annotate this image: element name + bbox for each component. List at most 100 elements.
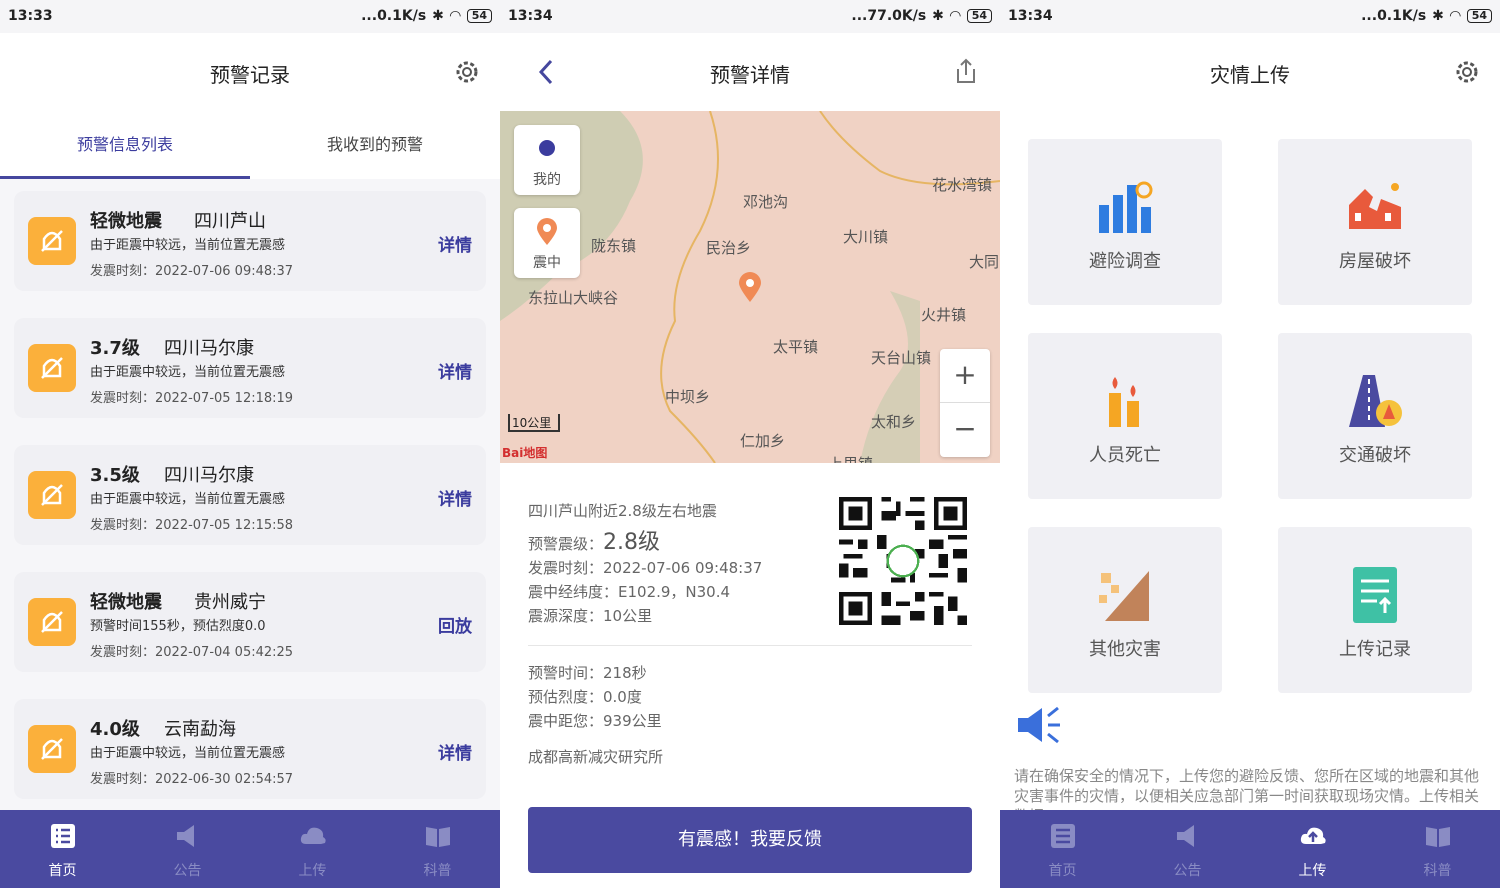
nav-label: 科普 <box>1423 863 1452 879</box>
card-magnitude: 3.5级 <box>90 465 140 486</box>
gear-icon[interactable] <box>454 59 480 85</box>
warning-card[interactable]: 轻微地震 四川芦山 由于距震中较远，当前位置无震感 发震时刻：2022-07-0… <box>14 191 486 291</box>
epicenter-distance: 震中距您：939公里 <box>528 712 662 730</box>
warning-time: 预警时间：218秒 <box>528 664 647 682</box>
tile-casualties[interactable]: 人员死亡 <box>1028 333 1222 499</box>
details-link[interactable]: 详情 <box>438 739 472 764</box>
epicenter-marker-icon[interactable] <box>737 271 763 303</box>
details-link[interactable]: 详情 <box>438 358 472 383</box>
map-label: 中坝乡 <box>665 388 711 406</box>
nav-upload[interactable]: 上传 <box>1250 810 1375 888</box>
cloud-upload-icon <box>1300 827 1326 844</box>
card-magnitude: 4.0级 <box>90 719 140 740</box>
map-label: 邓池沟 <box>743 193 789 211</box>
epicenter-label: 震中 <box>533 255 561 271</box>
book-icon <box>426 827 450 847</box>
my-location-label: 我的 <box>533 172 561 188</box>
tab-received-warnings[interactable]: 我收到的预警 <box>250 111 500 179</box>
bell-off-icon <box>28 598 76 646</box>
details-link[interactable]: 详情 <box>438 231 472 256</box>
nav-announcements[interactable]: 公告 <box>125 810 250 888</box>
quake-coords: 震中经纬度：E102.9，N30.4 <box>528 583 731 601</box>
level-label: 预警震级： <box>528 535 604 553</box>
nav-home[interactable]: 首页 <box>1000 810 1125 888</box>
tile-traffic-damage[interactable]: 交通破坏 <box>1278 333 1472 499</box>
warning-records-screen: 13:33 ...0.1K/s ✱ ◠ 54 预警记录 预警信息列表 我收到的预… <box>0 0 500 888</box>
quake-depth: 震源深度：10公里 <box>528 607 653 625</box>
zoom-control: + − <box>940 349 990 457</box>
status-time: 13:33 <box>8 8 53 24</box>
baidu-logo: Bai地图 <box>502 446 548 460</box>
map-label: 太和乡 <box>871 413 917 431</box>
warning-card[interactable]: 3.5级 四川马尔康 由于距震中较远，当前位置无震感 发震时刻：2022-07-… <box>14 445 486 545</box>
warning-card[interactable]: 4.0级 云南勐海 由于距震中较远，当前位置无震感 发震时刻：2022-06-3… <box>14 699 486 799</box>
map-label: 大同 <box>969 253 1000 271</box>
share-icon[interactable] <box>954 57 978 85</box>
candles-icon <box>1109 377 1139 427</box>
book-icon <box>1426 827 1450 847</box>
bluetooth-icon: ✱ <box>932 8 944 24</box>
tile-other-disasters[interactable]: 其他灾害 <box>1028 527 1222 693</box>
zoom-in-button[interactable]: + <box>940 349 990 403</box>
tile-label: 人员死亡 <box>1089 445 1161 466</box>
tile-label: 上传记录 <box>1339 639 1411 660</box>
card-place: 贵州威宁 <box>194 592 266 613</box>
title-bar: 灾情上传 <box>1000 33 1500 111</box>
warning-card[interactable]: 3.7级 四川马尔康 由于距震中较远，当前位置无震感 发震时刻：2022-07-… <box>14 318 486 418</box>
card-place: 四川马尔康 <box>164 465 254 486</box>
zoom-out-button[interactable]: − <box>940 403 990 457</box>
tile-evacuation-survey[interactable]: 避险调查 <box>1028 139 1222 305</box>
divider <box>528 645 972 646</box>
nav-announcements[interactable]: 公告 <box>1125 810 1250 888</box>
map-label: 民治乡 <box>706 239 752 257</box>
gear-icon[interactable] <box>1454 59 1480 85</box>
nav-science[interactable]: 科普 <box>1375 810 1500 888</box>
warning-card[interactable]: 轻微地震 贵州威宁 预警时间155秒，预估烈度0.0 发震时刻：2022-07-… <box>14 572 486 672</box>
status-icons: ...0.1K/s ✱ ◠ 54 <box>361 8 492 24</box>
nav-label: 首页 <box>48 863 77 879</box>
nav-science[interactable]: 科普 <box>375 810 500 888</box>
upload-notice: 请在确保安全的情况下，上传您的避险反馈、您所在区域的地震和其他灾害事件的灾情，以… <box>1014 767 1480 810</box>
list-icon <box>1051 824 1075 848</box>
tile-label: 避险调查 <box>1089 251 1161 272</box>
card-timestamp: 发震时刻：2022-07-04 05:42:25 <box>90 645 294 660</box>
tab-warning-list[interactable]: 预警信息列表 <box>0 111 250 179</box>
my-location-button[interactable]: 我的 <box>514 125 580 195</box>
cloud-upload-icon <box>300 827 326 844</box>
damaged-house-icon <box>1349 183 1401 229</box>
nav-label: 公告 <box>173 863 202 879</box>
title-bar: 预警记录 <box>0 33 500 111</box>
page-title: 灾情上传 <box>1210 63 1290 87</box>
bottom-nav: 首页 公告 上传 科普 <box>1000 810 1500 888</box>
nav-home[interactable]: 首页 <box>0 810 125 888</box>
page-title: 预警详情 <box>710 63 790 87</box>
card-description: 由于距震中较远，当前位置无震感 <box>90 746 286 761</box>
details-link[interactable]: 详情 <box>438 485 472 510</box>
card-place: 四川马尔康 <box>164 338 254 359</box>
bell-off-icon <box>28 725 76 773</box>
wifi-icon: ◠ <box>1449 8 1461 24</box>
epicenter-button[interactable]: 震中 <box>514 208 580 278</box>
card-timestamp: 发震时刻：2022-07-05 12:15:58 <box>90 518 294 533</box>
status-bar: 13:33 ...0.1K/s ✱ ◠ 54 <box>0 0 500 33</box>
card-description: 由于距震中较远，当前位置无震感 <box>90 238 286 253</box>
feedback-button[interactable]: 有震感！我要反馈 <box>528 807 972 873</box>
card-magnitude: 轻微地震 <box>90 592 162 613</box>
network-speed: ...0.1K/s <box>361 8 427 24</box>
map-scale-label: 10公里 <box>512 416 552 430</box>
map-label: 天台山镇 <box>871 349 932 367</box>
nav-label: 上传 <box>1298 863 1327 879</box>
megaphone-icon <box>177 825 194 847</box>
status-icons: ...0.1K/s ✱ ◠ 54 <box>1361 8 1492 24</box>
map-view[interactable]: 邓池沟 花水湾镇 陇东镇 民治乡 大川镇 大同 东拉山大峡谷 火井镇 太平镇 天… <box>500 111 1000 463</box>
map-label: 上里镇 <box>828 453 873 463</box>
replay-link[interactable]: 回放 <box>438 612 472 637</box>
nav-label: 上传 <box>298 863 327 879</box>
wifi-icon: ◠ <box>949 8 961 24</box>
nav-upload[interactable]: 上传 <box>250 810 375 888</box>
tile-house-damage[interactable]: 房屋破坏 <box>1278 139 1472 305</box>
bottom-nav: 首页 公告 上传 科普 <box>0 810 500 888</box>
status-bar: 13:34 ...0.1K/s ✱ ◠ 54 <box>1000 0 1500 33</box>
document-icon <box>1353 567 1397 623</box>
tile-upload-records[interactable]: 上传记录 <box>1278 527 1472 693</box>
